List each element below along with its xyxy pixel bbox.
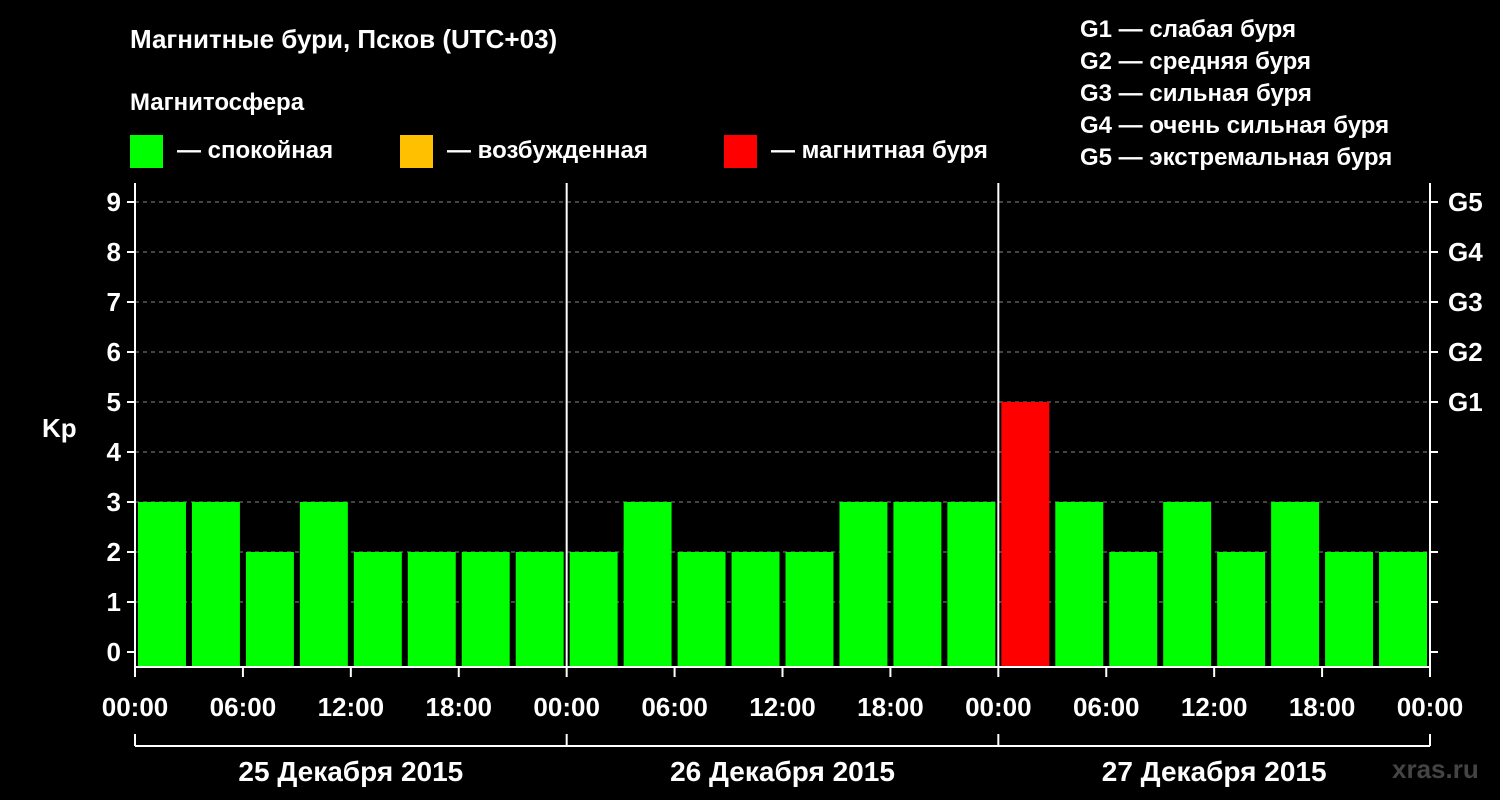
kp-chart: Магнитные бури, Псков (UTC+03) Магнитосф…: [42, 16, 1483, 787]
kp-bar: [731, 552, 780, 667]
legend-swatch-quiet: [130, 135, 163, 168]
x-tick-label: 06:00: [210, 692, 277, 722]
y-tick-label: 7: [107, 287, 121, 317]
kp-bar: [569, 552, 618, 667]
chart-title: Магнитные бури, Псков (UTC+03): [130, 24, 557, 54]
x-tick-label: 12:00: [749, 692, 816, 722]
legend: — спокойная — возбужденная — магнитная б…: [130, 135, 988, 168]
day-label: 26 Декабря 2015: [670, 756, 895, 787]
x-tick-label: 18:00: [426, 692, 493, 722]
y-tick-label: 1: [107, 587, 121, 617]
x-tick-label: 06:00: [641, 692, 708, 722]
storm-scale-g2: G2 — средняя буря: [1080, 48, 1311, 75]
x-tick-label: 12:00: [318, 692, 385, 722]
kp-bar: [245, 552, 294, 667]
storm-scale-g3: G3 — сильная буря: [1080, 80, 1312, 107]
kp-bar: [1163, 502, 1212, 667]
storm-level-label: G3: [1448, 287, 1483, 317]
y-tick-label: 5: [107, 387, 121, 417]
kp-bar: [191, 502, 240, 667]
legend-label-quiet: — спокойная: [177, 137, 333, 164]
legend-swatch-disturbed: [400, 135, 433, 168]
kp-bar: [785, 552, 834, 667]
legend-label-disturbed: — возбужденная: [447, 137, 648, 164]
chart-subtitle: Магнитосфера: [130, 89, 305, 116]
storm-scale-legend: G1 — слабая буря G2 — средняя буря G3 — …: [1080, 16, 1392, 171]
kp-bar: [1001, 402, 1050, 667]
kp-bar: [1271, 502, 1320, 667]
storm-scale-g4: G4 — очень сильная буря: [1080, 112, 1389, 139]
y-axis-label: Kp: [42, 413, 77, 443]
x-tick-label: 18:00: [1289, 692, 1356, 722]
legend-label-storm: — магнитная буря: [771, 137, 988, 164]
x-tick-label: 00:00: [533, 692, 600, 722]
x-tick-label: 12:00: [1181, 692, 1248, 722]
y-tick-label: 0: [107, 637, 121, 667]
kp-bar: [353, 552, 402, 667]
x-tick-label: 00:00: [965, 692, 1032, 722]
x-tick-label: 06:00: [1073, 692, 1140, 722]
kp-bar: [461, 552, 510, 667]
storm-scale-g1: G1 — слабая буря: [1080, 16, 1296, 43]
storm-level-label: G1: [1448, 387, 1483, 417]
watermark: xras.ru: [1392, 754, 1479, 784]
y-tick-label: 8: [107, 237, 121, 267]
y-tick-label: 3: [107, 487, 121, 517]
kp-bar: [1055, 502, 1104, 667]
legend-swatch-storm: [724, 135, 757, 168]
plot-area: 0 1 2 3 4 5 6 7 8 9 G1 G2 G3 G4 G5 00:00 06:00 12:00 18:00…: [102, 183, 1483, 787]
kp-bar: [1379, 552, 1427, 667]
kp-bar: [839, 502, 888, 667]
kp-bar: [138, 502, 186, 667]
kp-bar: [623, 502, 672, 667]
day-label: 27 Декабря 2015: [1102, 756, 1327, 787]
kp-bar: [893, 502, 942, 667]
kp-bar: [677, 552, 726, 667]
x-tick-label: 00:00: [102, 692, 169, 722]
y-tick-label: 9: [107, 187, 121, 217]
x-tick-label: 18:00: [857, 692, 924, 722]
x-tick-label: 00:00: [1397, 692, 1464, 722]
kp-bar: [1217, 552, 1266, 667]
storm-level-label: G4: [1448, 237, 1483, 267]
kp-bar: [1325, 552, 1374, 667]
storm-scale-g5: G5 — экстремальная буря: [1080, 144, 1392, 171]
y-tick-label: 6: [107, 337, 121, 367]
kp-bar: [407, 552, 456, 667]
kp-bar: [1109, 552, 1158, 667]
kp-bar: [299, 502, 348, 667]
y-tick-label: 4: [107, 437, 122, 467]
chart-stage: Магнитные бури, Псков (UTC+03) Магнитосф…: [0, 0, 1500, 800]
kp-bar: [947, 502, 996, 667]
y-tick-label: 2: [107, 537, 121, 567]
storm-level-label: G2: [1448, 337, 1483, 367]
day-label: 25 Декабря 2015: [238, 756, 463, 787]
storm-level-label: G5: [1448, 187, 1483, 217]
kp-bar: [515, 552, 564, 667]
